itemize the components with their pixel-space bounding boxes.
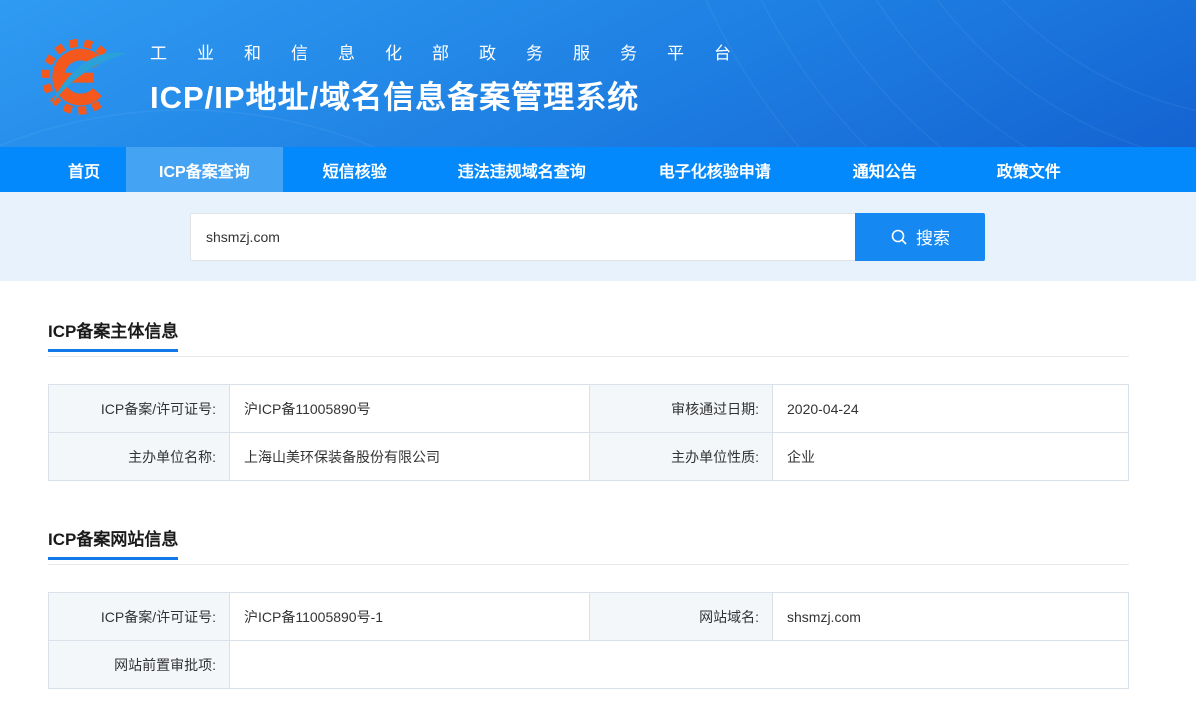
nav-item-icp-query[interactable]: ICP备案查询 — [126, 147, 283, 192]
organizer-name-label: 主办单位名称: — [49, 433, 230, 481]
search-icon — [890, 228, 908, 246]
website-section-header: ICP备案网站信息 — [48, 525, 1129, 565]
search-input[interactable] — [190, 213, 855, 261]
platform-title: 工业和信息化部政务服务平台 — [150, 39, 761, 64]
site-license-number-label: ICP备案/许可证号: — [49, 593, 230, 641]
review-date-value: 2020-04-24 — [773, 385, 1129, 433]
nav-item-illegal-domain-query[interactable]: 违法违规域名查询 — [427, 147, 617, 192]
nav-item-home[interactable]: 首页 — [42, 147, 126, 192]
site-domain-label: 网站域名: — [590, 593, 773, 641]
organizer-nature-label: 主办单位性质: — [590, 433, 773, 481]
main-content: ICP备案主体信息 ICP备案/许可证号: 沪ICP备11005890号 审核通… — [0, 281, 1196, 689]
pre-approval-label: 网站前置审批项: — [49, 641, 230, 689]
miit-gear-e-logo — [38, 30, 128, 120]
search-button-label: 搜索 — [916, 224, 950, 249]
table-row: ICP备案/许可证号: 沪ICP备11005890号 审核通过日期: 2020-… — [49, 385, 1129, 433]
nav-item-sms-verify[interactable]: 短信核验 — [283, 147, 427, 192]
nav-item-notices[interactable]: 通知公告 — [813, 147, 957, 192]
table-row: 主办单位名称: 上海山美环保装备股份有限公司 主办单位性质: 企业 — [49, 433, 1129, 481]
organizer-name-value: 上海山美环保装备股份有限公司 — [230, 433, 590, 481]
review-date-label: 审核通过日期: — [590, 385, 773, 433]
search-band: 搜索 — [0, 192, 1196, 281]
website-info-section: ICP备案网站信息 ICP备案/许可证号: 沪ICP备11005890号-1 网… — [48, 525, 1129, 689]
site-header: 工业和信息化部政务服务平台 ICP/IP地址/域名信息备案管理系统 — [0, 0, 1196, 147]
website-info-table: ICP备案/许可证号: 沪ICP备11005890号-1 网站域名: shsmz… — [48, 592, 1129, 689]
subject-info-section: ICP备案主体信息 ICP备案/许可证号: 沪ICP备11005890号 审核通… — [48, 317, 1129, 481]
subject-section-header: ICP备案主体信息 — [48, 317, 1129, 357]
license-number-label: ICP备案/许可证号: — [49, 385, 230, 433]
site-license-number-value: 沪ICP备11005890号-1 — [230, 593, 590, 641]
search-button[interactable]: 搜索 — [855, 213, 985, 261]
nav-item-electronic-verify[interactable]: 电子化核验申请 — [617, 147, 813, 192]
subject-section-title: ICP备案主体信息 — [48, 317, 178, 352]
nav-item-policy-documents[interactable]: 政策文件 — [957, 147, 1101, 192]
system-title: ICP/IP地址/域名信息备案管理系统 — [150, 72, 761, 117]
pre-approval-value — [230, 641, 1129, 689]
subject-info-table: ICP备案/许可证号: 沪ICP备11005890号 审核通过日期: 2020-… — [48, 384, 1129, 481]
table-row: ICP备案/许可证号: 沪ICP备11005890号-1 网站域名: shsmz… — [49, 593, 1129, 641]
main-nav: 首页 ICP备案查询 短信核验 违法违规域名查询 电子化核验申请 通知公告 政策… — [0, 147, 1196, 192]
organizer-nature-value: 企业 — [773, 433, 1129, 481]
site-domain-value: shsmzj.com — [773, 593, 1129, 641]
license-number-value: 沪ICP备11005890号 — [230, 385, 590, 433]
table-row: 网站前置审批项: — [49, 641, 1129, 689]
website-section-title: ICP备案网站信息 — [48, 525, 178, 560]
